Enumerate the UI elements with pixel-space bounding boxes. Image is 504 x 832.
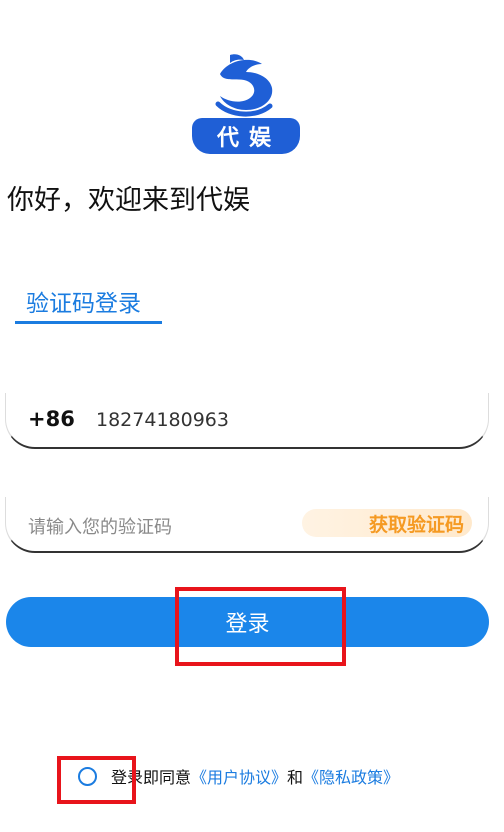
- phone-field[interactable]: +86 18274180963: [5, 393, 489, 449]
- app-logo: 代娱: [190, 52, 302, 156]
- tab-active-indicator: [15, 321, 162, 324]
- tab-verification-code-login[interactable]: 验证码登录: [26, 284, 141, 318]
- privacy-policy-link[interactable]: 《隐私政策》: [303, 764, 399, 788]
- get-code-button[interactable]: 获取验证码: [302, 509, 472, 537]
- logo-badge: 代娱: [192, 118, 300, 154]
- agreement-checkbox-highlight: [57, 756, 136, 804]
- verification-code-field[interactable]: 请输入您的验证码 获取验证码: [5, 497, 489, 553]
- page-title: 你好，欢迎来到代娱: [7, 185, 250, 216]
- phone-input[interactable]: 18274180963: [96, 409, 229, 431]
- country-code[interactable]: +86: [28, 407, 75, 431]
- user-agreement-link[interactable]: 《用户协议》: [191, 764, 287, 788]
- verification-code-input[interactable]: 请输入您的验证码: [28, 513, 172, 539]
- dolphin-logo-icon: [215, 54, 273, 117]
- login-button-highlight: [175, 587, 346, 666]
- agreement-and: 和: [287, 768, 304, 787]
